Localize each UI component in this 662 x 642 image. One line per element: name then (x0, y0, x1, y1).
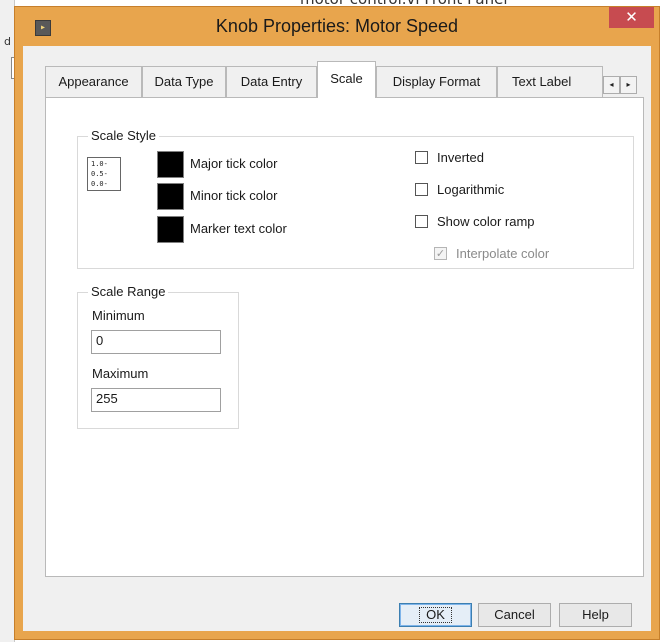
scale-tab-panel: Scale Style 1.0- 0.5- 0.0- Major tick co… (45, 97, 644, 577)
title-bar[interactable]: ▸ Knob Properties: Motor Speed ✕ (15, 7, 659, 51)
minimum-input[interactable]: 0 (91, 330, 221, 354)
tab-text-labels[interactable]: Text Label (497, 66, 603, 97)
dialog-client-area: Appearance Data Type Data Entry Scale Di… (23, 46, 651, 631)
tab-data-entry[interactable]: Data Entry (226, 66, 317, 97)
maximum-input[interactable]: 255 (91, 388, 221, 412)
interpolate-color-label: Interpolate color (456, 246, 550, 261)
scale-preview-line: 0.5- (91, 170, 108, 178)
minimum-label: Minimum (92, 308, 145, 323)
inverted-checkbox[interactable] (415, 151, 428, 164)
tab-data-type[interactable]: Data Type (142, 66, 226, 97)
scale-preview-icon: 1.0- 0.5- 0.0- (87, 157, 121, 191)
major-tick-color-label: Major tick color (190, 156, 278, 171)
ok-button[interactable]: OK (399, 603, 472, 627)
scale-style-group: Scale Style 1.0- 0.5- 0.0- Major tick co… (77, 128, 634, 269)
minor-tick-color-label: Minor tick color (190, 188, 278, 203)
background-window-edge: d (0, 0, 23, 642)
scale-preview-line: 1.0- (91, 160, 108, 168)
help-button[interactable]: Help (559, 603, 632, 627)
marker-text-color-label: Marker text color (190, 221, 287, 236)
close-button[interactable]: ✕ (609, 7, 654, 28)
logarithmic-checkbox[interactable] (415, 183, 428, 196)
scale-range-group: Scale Range Minimum 0 Maximum 255 (77, 284, 239, 429)
tab-scroll-controls: ◂ ▸ (603, 76, 637, 94)
minor-tick-color-swatch[interactable] (157, 183, 184, 210)
marker-text-color-swatch[interactable] (157, 216, 184, 243)
scale-preview-line: 0.0- (91, 180, 108, 188)
tab-appearance[interactable]: Appearance (45, 66, 142, 97)
interpolate-color-checkbox[interactable]: ✓ (434, 247, 447, 260)
show-color-ramp-checkbox[interactable] (415, 215, 428, 228)
ok-button-label: OK (419, 607, 452, 623)
major-tick-color-swatch[interactable] (157, 151, 184, 178)
cancel-button[interactable]: Cancel (478, 603, 551, 627)
tab-scroll-right-icon[interactable]: ▸ (620, 76, 637, 94)
tab-display-format[interactable]: Display Format (376, 66, 497, 97)
scale-range-label: Scale Range (88, 284, 169, 299)
background-window-letter: d (4, 35, 11, 48)
knob-properties-dialog: ▸ Knob Properties: Motor Speed ✕ Appeara… (14, 6, 660, 640)
scale-style-label: Scale Style (88, 128, 160, 143)
tab-scale[interactable]: Scale (317, 61, 376, 98)
inverted-label: Inverted (437, 150, 484, 165)
maximum-label: Maximum (92, 366, 149, 381)
show-color-ramp-label: Show color ramp (437, 214, 535, 229)
logarithmic-label: Logarithmic (437, 182, 505, 197)
tab-scroll-left-icon[interactable]: ◂ (603, 76, 620, 94)
window-title: Knob Properties: Motor Speed (215, 16, 459, 36)
